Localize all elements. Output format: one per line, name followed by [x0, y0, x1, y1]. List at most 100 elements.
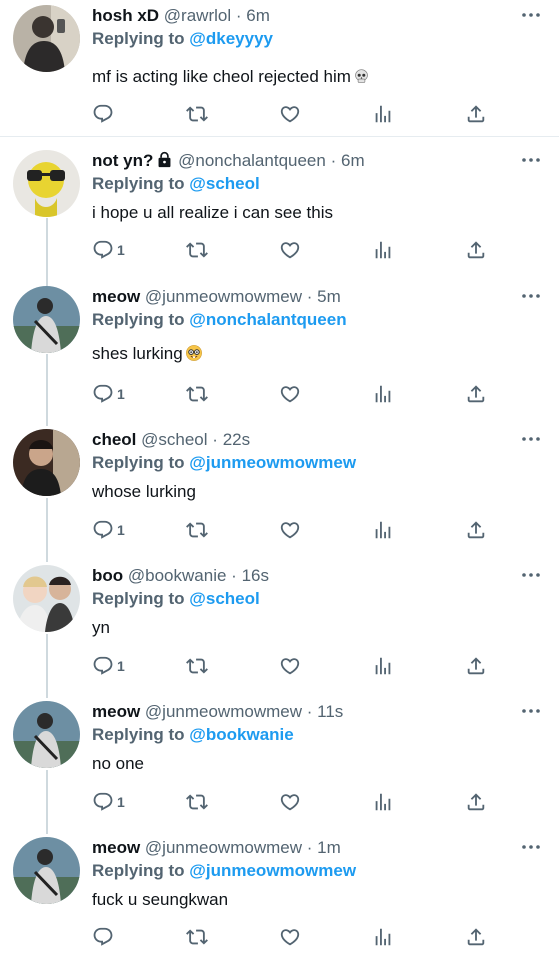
- tweet[interactable]: meow @junmeowmowmew · 1m Replying to @ju…: [0, 837, 559, 957]
- replying-to-label: Replying to: [92, 453, 185, 472]
- views-button[interactable]: [372, 519, 394, 541]
- handle[interactable]: @bookwanie: [128, 566, 227, 585]
- share-button[interactable]: [465, 519, 487, 541]
- tweet[interactable]: meow @junmeowmowmew · 5m Replying to @no…: [0, 286, 559, 412]
- views-button[interactable]: [372, 383, 394, 405]
- timestamp[interactable]: 16s: [242, 566, 269, 585]
- views-button[interactable]: [372, 103, 394, 125]
- retweet-icon: [186, 383, 208, 405]
- views-button[interactable]: [372, 239, 394, 261]
- handle[interactable]: @scheol: [141, 430, 207, 449]
- more-options-icon[interactable]: [521, 435, 541, 443]
- avatar[interactable]: [13, 565, 80, 632]
- handle[interactable]: @nonchalantqueen: [178, 151, 326, 170]
- handle[interactable]: @junmeowmowmew: [145, 287, 302, 306]
- reply-button[interactable]: 1: [92, 383, 125, 405]
- retweet-button[interactable]: [186, 791, 208, 813]
- tweet[interactable]: boo @bookwanie · 16s Replying to @scheol…: [0, 565, 559, 691]
- reply-icon: [92, 791, 114, 813]
- tweet-text: yn: [92, 618, 110, 638]
- like-button[interactable]: [279, 926, 301, 948]
- tweet-text-content: yn: [92, 618, 110, 637]
- more-options-icon[interactable]: [521, 571, 541, 579]
- share-button[interactable]: [465, 791, 487, 813]
- avatar[interactable]: [13, 701, 80, 768]
- reply-button[interactable]: [92, 103, 117, 125]
- retweet-icon: [186, 926, 208, 948]
- views-button[interactable]: [372, 926, 394, 948]
- mention-link[interactable]: @bookwanie: [189, 725, 293, 744]
- tweet[interactable]: cheol @scheol · 22s Replying to @junmeow…: [0, 429, 559, 555]
- mention-link[interactable]: @junmeowmowmew: [189, 453, 356, 472]
- share-button[interactable]: [465, 926, 487, 948]
- tweet-text-content: no one: [92, 754, 144, 773]
- handle[interactable]: @junmeowmowmew: [145, 838, 302, 857]
- avatar[interactable]: [13, 150, 80, 217]
- mention-link[interactable]: @scheol: [189, 174, 259, 193]
- replying-to-label: Replying to: [92, 310, 185, 329]
- reply-button[interactable]: 1: [92, 655, 125, 677]
- handle[interactable]: @junmeowmowmew: [145, 702, 302, 721]
- like-button[interactable]: [279, 383, 301, 405]
- handle[interactable]: @rawrlol: [164, 6, 231, 25]
- display-name[interactable]: hosh xD: [92, 6, 159, 25]
- timestamp[interactable]: 11s: [317, 702, 343, 721]
- display-name[interactable]: not yn?: [92, 151, 153, 170]
- like-button[interactable]: [279, 519, 301, 541]
- retweet-button[interactable]: [186, 239, 208, 261]
- more-options-icon[interactable]: [521, 11, 541, 19]
- display-name[interactable]: cheol: [92, 430, 136, 449]
- share-button[interactable]: [465, 239, 487, 261]
- nerd-face-emoji: [185, 344, 203, 367]
- display-name[interactable]: boo: [92, 566, 123, 585]
- skull-emoji: [353, 68, 370, 90]
- like-button[interactable]: [279, 791, 301, 813]
- more-options-icon[interactable]: [521, 707, 541, 715]
- avatar[interactable]: [13, 286, 80, 353]
- like-button[interactable]: [279, 103, 301, 125]
- retweet-button[interactable]: [186, 926, 208, 948]
- more-options-icon[interactable]: [521, 156, 541, 164]
- avatar[interactable]: [13, 837, 80, 904]
- tweet[interactable]: hosh xD @rawrlol · 6m Replying to @dkeyy…: [0, 5, 559, 131]
- mention-link[interactable]: @scheol: [189, 589, 259, 608]
- reply-button[interactable]: 1: [92, 791, 125, 813]
- views-button[interactable]: [372, 791, 394, 813]
- more-options-icon[interactable]: [521, 292, 541, 300]
- share-button[interactable]: [465, 103, 487, 125]
- retweet-button[interactable]: [186, 519, 208, 541]
- timestamp[interactable]: 6m: [246, 6, 270, 25]
- reply-button[interactable]: 1: [92, 239, 125, 261]
- like-button[interactable]: [279, 655, 301, 677]
- views-button[interactable]: [372, 655, 394, 677]
- avatar[interactable]: [13, 429, 80, 496]
- display-name[interactable]: meow: [92, 287, 140, 306]
- like-button[interactable]: [279, 239, 301, 261]
- reply-button[interactable]: [92, 926, 117, 948]
- retweet-button[interactable]: [186, 383, 208, 405]
- tweet[interactable]: meow @junmeowmowmew · 11s Replying to @b…: [0, 701, 559, 827]
- reply-button[interactable]: 1: [92, 519, 125, 541]
- tweet[interactable]: not yn? @nonchalantqueen · 6m Replying t…: [0, 150, 559, 276]
- mention-link[interactable]: @nonchalantqueen: [189, 310, 346, 329]
- avatar[interactable]: [13, 5, 80, 72]
- tweet-text: shes lurking: [92, 344, 203, 367]
- replying-to: Replying to @junmeowmowmew: [92, 453, 356, 473]
- share-button[interactable]: [465, 383, 487, 405]
- display-name[interactable]: meow: [92, 702, 140, 721]
- replying-to: Replying to @bookwanie: [92, 725, 294, 745]
- tweet-header: cheol @scheol · 22s: [92, 429, 250, 451]
- display-name[interactable]: meow: [92, 838, 140, 857]
- tweet-text: fuck u seungkwan: [92, 890, 228, 910]
- timestamp[interactable]: 1m: [317, 838, 341, 857]
- timestamp[interactable]: 5m: [317, 287, 341, 306]
- timestamp[interactable]: 6m: [341, 151, 365, 170]
- mention-link[interactable]: @junmeowmowmew: [189, 861, 356, 880]
- timestamp[interactable]: 22s: [223, 430, 250, 449]
- retweet-button[interactable]: [186, 103, 208, 125]
- share-button[interactable]: [465, 655, 487, 677]
- more-options-icon[interactable]: [521, 843, 541, 851]
- mention-link[interactable]: @dkeyyyy: [189, 29, 273, 48]
- heart-icon: [279, 926, 301, 948]
- retweet-button[interactable]: [186, 655, 208, 677]
